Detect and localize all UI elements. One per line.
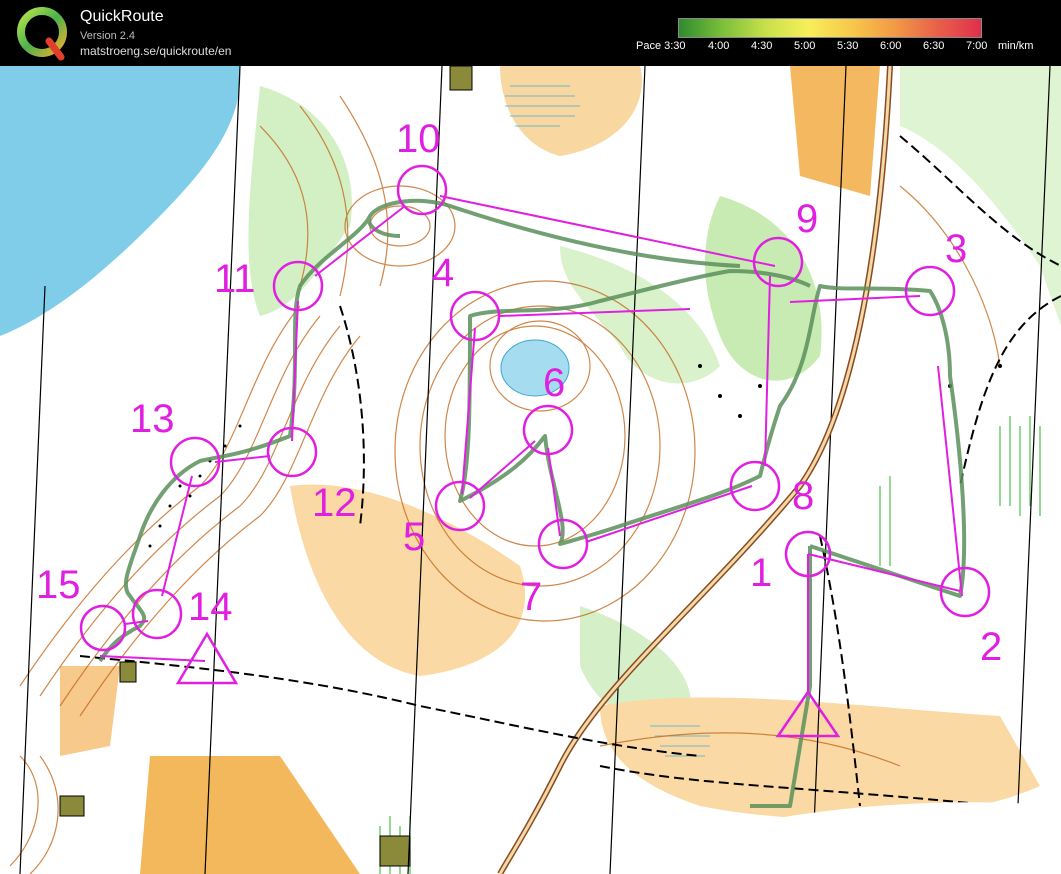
control-label-14: 14 [188,585,233,629]
control-label-4: 4 [432,251,454,295]
pace-unit: min/km [998,40,1034,52]
control-label-15: 15 [36,563,81,607]
control-label-3: 3 [945,227,967,271]
control-label-13: 13 [130,397,175,441]
orienteering-map[interactable]: 1 2 3 4 5 6 7 8 9 10 11 12 13 14 15 [0,66,1061,874]
pace-tick-label: 5:00 [794,40,816,52]
pace-tick-label: 4:30 [751,40,773,52]
pace-tick-label: 7:00 [966,40,988,52]
pace-color-scale [678,18,982,38]
quickroute-logo-icon: Q [17,7,67,61]
pace-tick-label: 6:30 [923,40,945,52]
control-label-10: 10 [396,117,441,161]
control-label-12: 12 [312,481,357,525]
open-land [790,66,880,196]
app-url: matstroeng.se/quickroute/en [80,44,232,58]
pace-tick-label: 5:30 [837,40,859,52]
control-label-1: 1 [750,551,772,595]
pace-tick-label: 6:00 [880,40,902,52]
control-label-2: 2 [980,625,1002,669]
control-label-11: 11 [214,257,256,301]
app-version: Version 2.4 [80,30,136,42]
control-label-5: 5 [403,515,425,559]
pace-prefix: Pace 3:30 [636,40,686,52]
pace-tick-label: 4:00 [708,40,730,52]
app-title: QuickRoute [80,8,164,25]
control-label-6: 6 [543,361,565,405]
control-label-7: 7 [520,575,542,619]
app-header: Q QuickRoute Version 2.4 matstroeng.se/q… [0,0,1061,66]
control-label-9: 9 [796,197,818,241]
control-label-8: 8 [792,474,814,518]
